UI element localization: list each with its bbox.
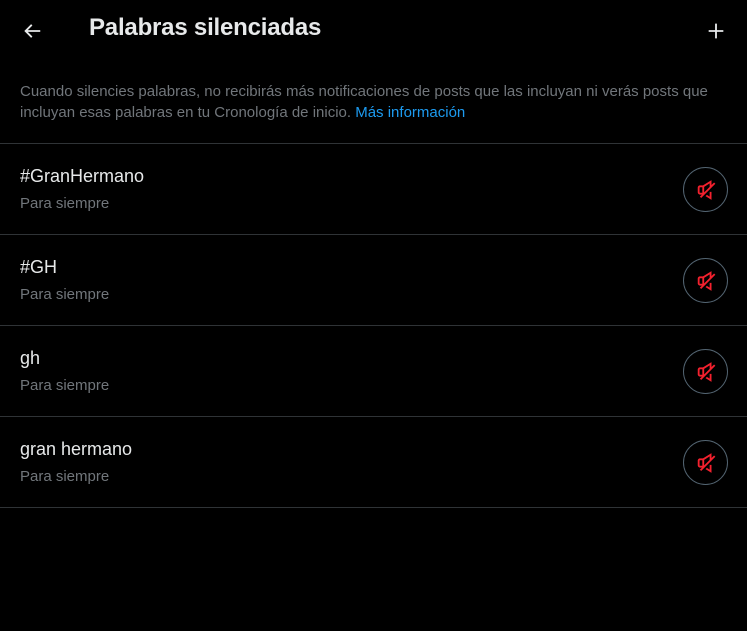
muted-word-duration: Para siempre	[20, 286, 110, 303]
unmute-button[interactable]	[683, 258, 728, 303]
muted-word-text: gran hermano	[20, 439, 133, 459]
muted-words-description: Cuando silencies palabras, no recibirás …	[0, 62, 747, 144]
muted-word-duration: Para siempre	[20, 377, 110, 394]
muted-word-duration: Para siempre	[20, 195, 110, 212]
muted-word-duration: Para siempre	[20, 468, 110, 485]
muted-speaker-icon	[697, 452, 715, 473]
muted-word-text: gh	[20, 348, 41, 368]
muted-word-row[interactable]: gh Para siempre	[0, 326, 747, 417]
muted-word-row[interactable]: gran hermano Para siempre	[0, 417, 747, 508]
unmute-button[interactable]	[683, 349, 728, 394]
unmute-button[interactable]	[683, 167, 728, 212]
muted-speaker-icon	[697, 361, 715, 382]
arrow-left-icon	[24, 24, 41, 38]
back-button[interactable]	[12, 11, 52, 51]
muted-word-text: #GH	[20, 257, 58, 277]
muted-speaker-icon	[697, 270, 715, 291]
page-header: Palabras silenciadas	[0, 0, 747, 62]
add-muted-word-button[interactable]	[696, 11, 736, 51]
muted-speaker-icon	[697, 179, 715, 200]
learn-more-link[interactable]: Más información	[355, 104, 465, 121]
muted-word-row[interactable]: #GH Para siempre	[0, 235, 747, 326]
muted-word-row[interactable]: #GranHermano Para siempre	[0, 144, 747, 235]
page-title: Palabras silenciadas	[89, 14, 322, 41]
plus-icon	[708, 23, 724, 39]
unmute-button[interactable]	[683, 440, 728, 485]
muted-words-list: #GranHermano Para siempre #GH Para siemp…	[0, 144, 747, 508]
muted-word-text: #GranHermano	[20, 166, 145, 186]
